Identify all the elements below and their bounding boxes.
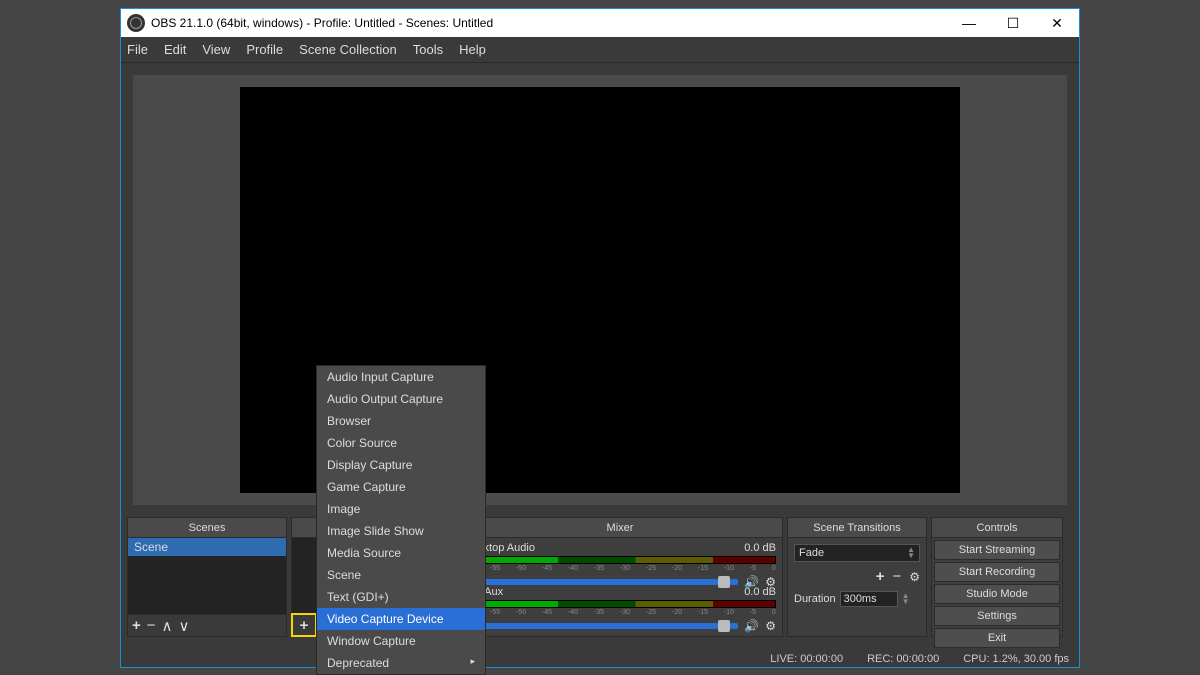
status-live: LIVE: 00:00:00 [770,653,843,665]
maximize-button[interactable]: ☐ [991,9,1035,37]
preview-area [133,75,1067,505]
controls-header: Controls [932,518,1062,538]
speaker-icon[interactable]: 🔊 [744,619,759,633]
status-bar: LIVE: 00:00:00 REC: 00:00:00 CPU: 1.2%, … [770,653,1069,665]
settings-button[interactable]: Settings [934,606,1060,626]
context-item-display-capture[interactable]: Display Capture [317,454,485,476]
context-item-game-capture[interactable]: Game Capture [317,476,485,498]
context-item-audio-output-capture[interactable]: Audio Output Capture [317,388,485,410]
transitions-panel: Scene Transitions Fade ▲▼ Duration ▲▼ [787,517,927,637]
scene-down-button[interactable] [179,617,190,635]
menu-scene-collection[interactable]: Scene Collection [299,42,397,57]
context-item-image[interactable]: Image [317,498,485,520]
app-logo-icon [127,14,145,32]
remove-scene-button[interactable] [147,617,156,634]
add-source-context-menu[interactable]: Audio Input CaptureAudio Output CaptureB… [316,365,486,675]
add-scene-button[interactable] [132,617,141,634]
mixer-ch2-settings[interactable] [765,619,776,633]
context-item-scene[interactable]: Scene [317,564,485,586]
add-source-button[interactable] [292,614,316,636]
context-item-browser[interactable]: Browser [317,410,485,432]
duration-input[interactable] [840,591,898,607]
minimize-button[interactable]: — [947,9,991,37]
titlebar: OBS 21.1.0 (64bit, windows) - Profile: U… [121,9,1079,37]
mixer-ch1-meter [464,556,776,564]
mixer-panel: Mixer Desktop Audio 0.0 dB -60-55-50-45-… [457,517,783,637]
remove-transition-button[interactable] [892,568,901,585]
transition-settings-button[interactable] [909,568,920,585]
scenes-header: Scenes [128,518,286,538]
transition-select[interactable]: Fade ▲▼ [794,544,920,562]
studio-mode-button[interactable]: Studio Mode [934,584,1060,604]
context-item-audio-input-capture[interactable]: Audio Input Capture [317,366,485,388]
scene-up-button[interactable] [162,617,173,635]
status-cpu: CPU: 1.2%, 30.00 fps [963,653,1069,665]
transition-selected: Fade [799,547,824,559]
add-transition-button[interactable] [876,568,885,585]
menubar: File Edit View Profile Scene Collection … [121,37,1079,63]
mixer-ch2-slider[interactable] [464,623,738,629]
menu-view[interactable]: View [202,42,230,57]
context-item-window-capture[interactable]: Window Capture [317,630,485,652]
mixer-header: Mixer [458,518,782,538]
menu-tools[interactable]: Tools [413,42,443,57]
close-button[interactable]: ✕ [1035,9,1079,37]
menu-help[interactable]: Help [459,42,486,57]
menu-file[interactable]: File [127,42,148,57]
start-streaming-button[interactable]: Start Streaming [934,540,1060,560]
scenes-panel: Scenes Scene [127,517,287,637]
mixer-channel-mic: Mic/Aux 0.0 dB -60-55-50-45-40-35-30-25-… [464,586,776,630]
context-item-text-gdi-[interactable]: Text (GDI+) [317,586,485,608]
scenes-list[interactable]: Scene [128,538,286,614]
context-item-video-capture-device[interactable]: Video Capture Device [317,608,485,630]
exit-button[interactable]: Exit [934,628,1060,648]
window-title: OBS 21.1.0 (64bit, windows) - Profile: U… [151,16,947,30]
context-item-media-source[interactable]: Media Source [317,542,485,564]
menu-profile[interactable]: Profile [246,42,283,57]
context-item-deprecated[interactable]: Deprecated [317,652,485,674]
duration-label: Duration [794,593,836,605]
context-item-color-source[interactable]: Color Source [317,432,485,454]
mixer-channel-desktop: Desktop Audio 0.0 dB -60-55-50-45-40-35-… [464,542,776,586]
transitions-header: Scene Transitions [788,518,926,538]
scenes-toolbar [128,614,286,636]
mixer-ch1-slider[interactable] [464,579,738,585]
start-recording-button[interactable]: Start Recording [934,562,1060,582]
menu-edit[interactable]: Edit [164,42,186,57]
scene-item[interactable]: Scene [128,538,286,556]
status-rec: REC: 00:00:00 [867,653,939,665]
mixer-ch2-db: 0.0 dB [744,586,776,598]
controls-panel: Controls Start Streaming Start Recording… [931,517,1063,637]
mixer-ch2-meter [464,600,776,608]
mixer-ch1-db: 0.0 dB [744,542,776,554]
context-item-image-slide-show[interactable]: Image Slide Show [317,520,485,542]
